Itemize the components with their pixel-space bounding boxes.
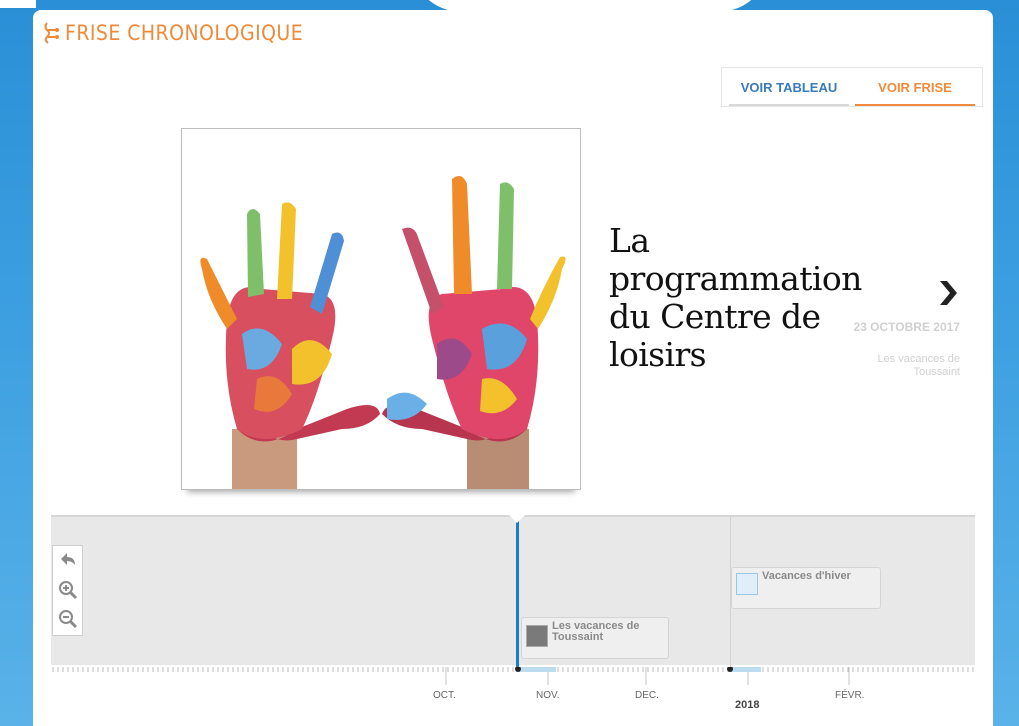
- brand-header: FRISE CHRONOLOGIQUE: [43, 21, 330, 45]
- next-slide-date[interactable]: 23 OCTOBRE 2017: [853, 321, 961, 334]
- back-arrow-icon[interactable]: [58, 550, 78, 570]
- slide-title: La programmation du Centre de loisirs: [609, 221, 862, 374]
- next-slide-title[interactable]: Les vacances de Toussaint: [853, 353, 960, 379]
- axis-period-highlight: [731, 667, 761, 672]
- axis-period-highlight: [519, 667, 556, 672]
- slide-media-image: [181, 128, 581, 490]
- timeline-event-title: Les vacances de Toussaint: [552, 620, 640, 643]
- timeline-event-toussaint[interactable]: Les vacances de Toussaint: [521, 617, 669, 659]
- hiver-thumbnail: [736, 573, 758, 595]
- painted-hands-image: [182, 129, 580, 489]
- tab-voir-tableau[interactable]: VOIR TABLEAU: [729, 68, 849, 106]
- axis-month-fevr: FÉVR.: [835, 690, 865, 701]
- axis-ticks: [52, 666, 974, 685]
- timeline-card: FRISE CHRONOLOGIQUE VOIR TABLEAU VOIR FR…: [33, 10, 993, 726]
- view-switcher: VOIR TABLEAU VOIR FRISE: [721, 67, 983, 107]
- chevron-right-icon[interactable]: [935, 278, 961, 308]
- timeline-marker-notch: [509, 515, 525, 523]
- timeline-logo-icon: [44, 22, 59, 44]
- corner-decoration: [0, 0, 36, 8]
- zoom-out-icon[interactable]: [58, 609, 78, 629]
- timeline-event-title: Vacances d'hiver: [762, 570, 851, 582]
- timeline-axis[interactable]: OCT. NOV. DEC. FÉVR. 2018: [51, 666, 975, 726]
- axis-month-dec: DEC.: [635, 690, 659, 701]
- axis-year-label: 2018: [735, 699, 760, 711]
- page-title: FRISE CHRONOLOGIQUE: [65, 21, 304, 45]
- toussaint-thumbnail: [526, 625, 548, 647]
- timeline-current-marker: [516, 517, 519, 669]
- axis-month-nov: NOV.: [536, 690, 560, 701]
- timeline-navigator[interactable]: Les vacances de Toussaint Vacances d'hiv…: [51, 515, 975, 669]
- tab-voir-frise[interactable]: VOIR FRISE: [855, 68, 975, 106]
- timeline-event-hiver[interactable]: Vacances d'hiver: [731, 567, 881, 609]
- timeline-controls: [52, 545, 83, 636]
- zoom-in-icon[interactable]: [58, 580, 78, 600]
- axis-month-oct: OCT.: [433, 690, 456, 701]
